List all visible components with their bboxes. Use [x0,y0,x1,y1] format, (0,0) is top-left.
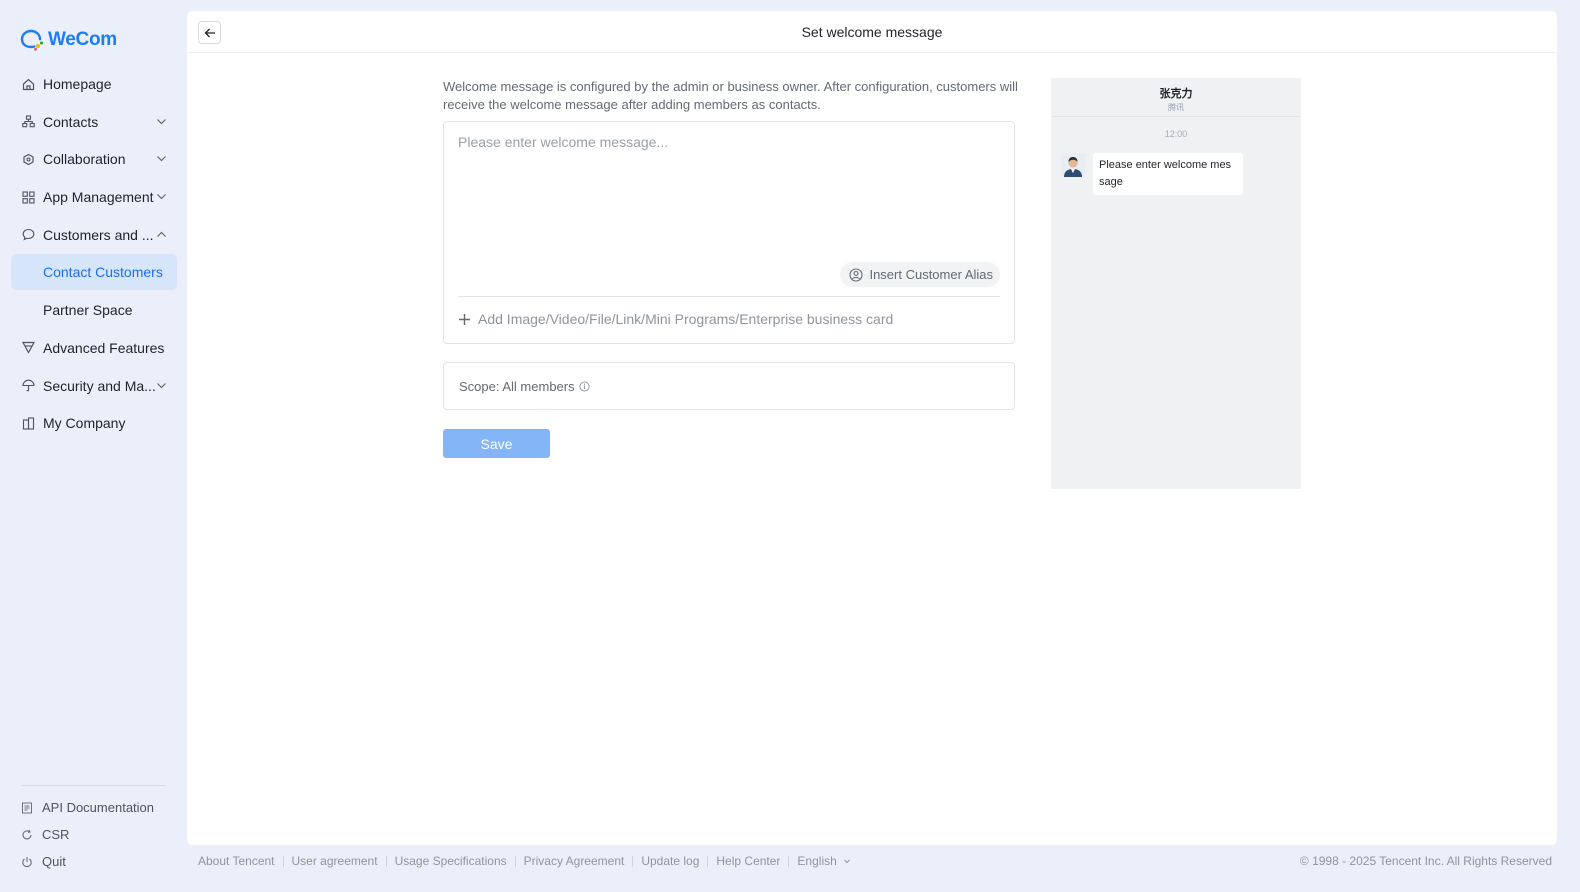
sidebar-item-label: Security and Ma... [43,377,156,394]
footer-link-help-center[interactable]: Help Center [716,854,780,868]
footer-separator [385,855,387,867]
quit-link[interactable]: Quit [21,848,166,875]
sidebar-item-contacts[interactable]: Contacts [11,104,177,140]
api-documentation-link[interactable]: API Documentation [21,794,166,821]
sidebar-item-customers[interactable]: Customers and ... [11,217,177,253]
welcome-message-input[interactable] [458,134,998,254]
preview-contact-org: 腾讯 [1168,103,1184,112]
sidebar-item-my-company[interactable]: My Company [11,405,177,441]
footer-separator [514,855,516,867]
preview-timestamp: 12:00 [1164,129,1188,139]
footer-separator [707,855,709,867]
sidebar-item-label: Collaboration [43,151,126,168]
sidebar-item-security[interactable]: Security and Ma... [11,368,177,404]
footer-links: About Tencent User agreement Usage Speci… [198,854,851,868]
footer-separator [632,855,634,867]
api-documentation-label: API Documentation [42,800,155,815]
sidebar-item-contact-customers[interactable]: Contact Customers [11,254,177,291]
document-icon [21,802,33,814]
power-icon [21,856,33,868]
info-icon[interactable] [579,380,590,392]
page-title: Set welcome message [801,24,943,40]
umbrella-icon [22,379,35,392]
sidebar-item-partner-space[interactable]: Partner Space [11,292,177,328]
sidebar-item-homepage[interactable]: Homepage [11,66,177,102]
chevron-up-icon [157,231,166,237]
home-icon [22,78,35,91]
chevron-down-icon [157,382,166,388]
sidebar-item-label: Homepage [43,76,112,92]
brand-name: WeCom [48,29,117,50]
sidebar-item-label: Partner Space [43,302,133,319]
preview-contact-name: 张克力 [1159,88,1193,100]
grid-icon [22,191,35,204]
scope-label: Scope: All members [459,378,575,394]
language-label: English [797,854,837,868]
preview-message-bubble: Please enter welcome mes sage [1093,153,1243,195]
insert-customer-alias-button[interactable]: Insert Customer Alias [840,262,1000,287]
sidebar-item-advanced-features[interactable]: Advanced Features [11,330,177,366]
welcome-message-editor: Insert Customer Alias Add Image/Video/Fi… [443,121,1015,344]
main-panel: Set welcome message Welcome message is c… [187,11,1557,845]
scope-field[interactable]: Scope: All members [443,362,1015,410]
sidebar-item-label: Advanced Features [43,339,165,356]
footer-link-usage-specifications[interactable]: Usage Specifications [395,854,507,868]
org-chart-icon [22,115,35,128]
building-icon [22,417,35,430]
sidebar-item-label: App Management [43,189,154,206]
sidebar-item-app-management[interactable]: App Management [11,179,177,215]
collaboration-icon [22,153,35,166]
plus-icon [459,313,470,325]
welcome-description: Welcome message is configured by the adm… [443,79,1018,112]
sidebar-item-label: Contact Customers [43,264,163,281]
preview-header: 张克力 腾讯 [1051,78,1301,117]
add-attachment-label: Add Image/Video/File/Link/Mini Programs/… [478,311,894,327]
page-header: Set welcome message [187,11,1557,53]
save-button[interactable]: Save [443,429,550,458]
chevron-down-icon [157,118,166,125]
person-circle-icon [849,267,864,282]
chevron-down-icon [843,859,850,864]
chevron-down-icon [157,156,166,162]
footer-link-about-tencent[interactable]: About Tencent [198,854,275,868]
language-selector[interactable]: English [797,854,850,868]
chat-preview: 张克力 腾讯 12:00 Please enter welcome mes sa… [1051,78,1301,489]
csr-link[interactable]: CSR [21,821,166,848]
avatar [1061,153,1085,177]
chevron-down-icon [157,194,166,200]
quit-label: Quit [42,854,66,869]
footer-separator [788,855,790,867]
csr-label: CSR [42,827,70,842]
wecom-logo[interactable]: WeCom [20,29,117,51]
chat-bubble-icon [22,228,35,241]
sidebar-nav: Homepage Contacts Collaboration App Mana… [11,66,177,443]
editor-divider [458,296,1000,297]
copyright: © 1998 - 2025 Tencent Inc. All Rights Re… [1299,854,1552,868]
footer-link-privacy-agreement[interactable]: Privacy Agreement [524,854,625,868]
sidebar-item-collaboration[interactable]: Collaboration [11,141,177,177]
footer-link-user-agreement[interactable]: User agreement [292,854,378,868]
footer-link-update-log[interactable]: Update log [641,854,699,868]
sidebar-item-label: Contacts [43,113,99,130]
add-attachment-button[interactable]: Add Image/Video/File/Link/Mini Programs/… [458,311,893,327]
preview-message: Please enter welcome mes sage [1061,153,1243,195]
filter-icon [22,341,35,355]
insert-customer-alias-label: Insert Customer Alias [869,267,993,282]
sidebar-item-label: Customers and ... [43,226,154,243]
sidebar-bottom-links: API Documentation CSR Quit [21,785,166,875]
refresh-icon [21,829,33,841]
footer-separator [282,855,284,867]
sidebar: WeCom Homepage Contacts Collaboration Ap… [0,0,187,892]
sidebar-item-label: My Company [43,415,126,432]
wecom-logo-icon [20,29,43,51]
